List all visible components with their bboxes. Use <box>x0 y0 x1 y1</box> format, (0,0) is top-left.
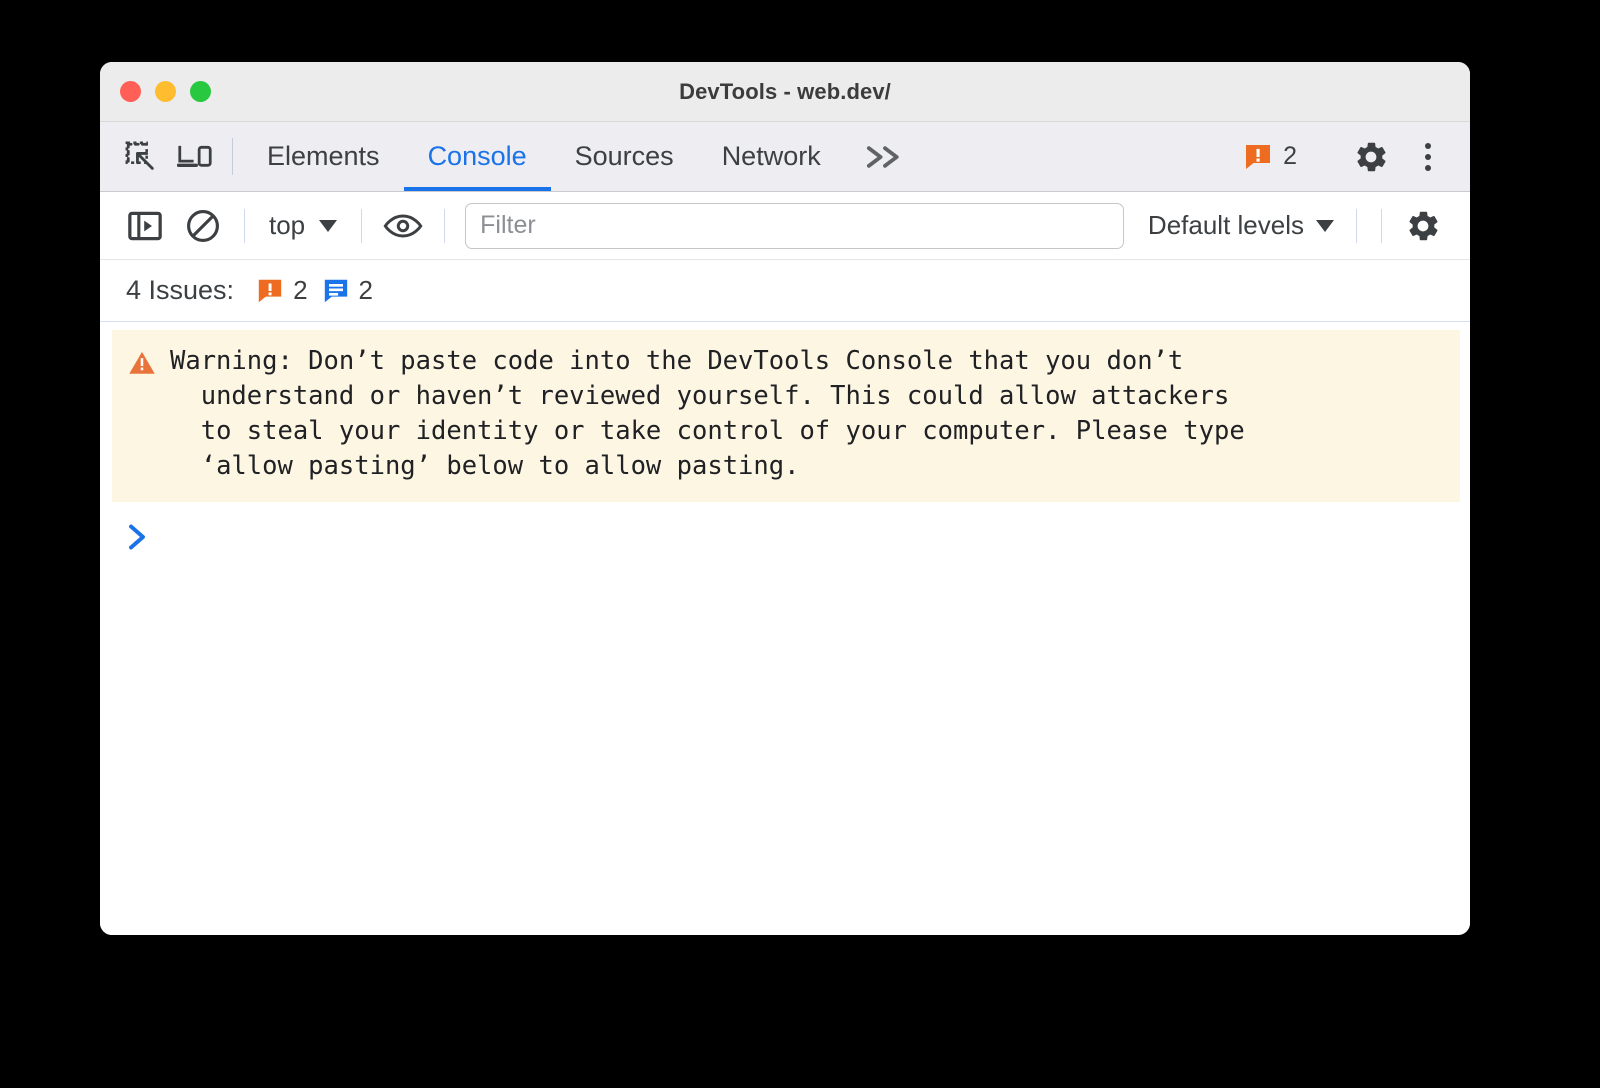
toolbar-divider-3 <box>444 208 446 243</box>
console-prompt-row[interactable] <box>100 502 1470 558</box>
tab-elements[interactable]: Elements <box>243 122 404 191</box>
issues-warning-group[interactable]: 2 <box>256 275 308 306</box>
paste-warning-text: Warning: Don’t paste code into the DevTo… <box>170 346 1245 481</box>
live-expression-eye-icon[interactable] <box>374 200 432 252</box>
console-sidebar-toggle-icon[interactable] <box>116 200 174 252</box>
device-toolbar-icon[interactable] <box>168 122 222 191</box>
issues-bar[interactable]: 4 Issues: 2 2 <box>100 260 1470 322</box>
warning-badge-icon <box>1246 144 1271 169</box>
window-title: DevTools - web.dev/ <box>679 78 891 104</box>
inspect-element-icon[interactable] <box>114 122 168 191</box>
console-body: Warning: Don’t paste code into the DevTo… <box>100 322 1470 935</box>
toolbar-divider-5 <box>1381 208 1382 243</box>
log-levels-label: Default levels <box>1147 210 1304 240</box>
clear-console-icon[interactable] <box>174 200 232 252</box>
paste-warning-message: Warning: Don’t paste code into the DevTo… <box>112 330 1460 502</box>
tabbar-warning-badge[interactable]: 2 <box>1229 142 1311 172</box>
minimize-window-button[interactable] <box>155 81 176 102</box>
traffic-lights <box>120 81 211 102</box>
close-window-button[interactable] <box>120 81 141 102</box>
issues-warning-count: 2 <box>293 275 308 305</box>
warning-triangle-icon <box>128 350 156 381</box>
tab-label: Elements <box>267 141 380 171</box>
toolbar-divider-2 <box>361 208 363 243</box>
tabbar-right-actions: 2 <box>1229 122 1470 191</box>
toolbar-divider <box>244 208 245 243</box>
info-badge-icon <box>324 279 347 302</box>
tab-sources[interactable]: Sources <box>551 122 698 191</box>
warning-badge-count: 2 <box>1283 142 1297 170</box>
chevron-down-icon <box>319 219 338 232</box>
warning-badge-icon <box>258 279 282 302</box>
chevron-down-icon <box>1316 219 1334 232</box>
console-prompt-chevron-icon <box>126 522 148 558</box>
execution-context-dropdown[interactable]: top <box>257 210 349 241</box>
issues-info-group[interactable]: 2 <box>322 275 373 306</box>
more-tabs-icon[interactable] <box>845 122 925 191</box>
console-settings-gear-icon[interactable] <box>1394 200 1452 252</box>
log-levels-dropdown[interactable]: Default levels <box>1138 210 1344 241</box>
issues-label: 4 Issues: <box>126 275 235 305</box>
devtools-window: DevTools - web.dev/ Elements Console Sou… <box>100 62 1470 935</box>
tab-label: Console <box>427 141 527 171</box>
kebab-menu-icon[interactable] <box>1404 133 1452 181</box>
maximize-window-button[interactable] <box>190 81 211 102</box>
console-toolbar: top Default levels <box>100 192 1470 260</box>
tab-label: Network <box>721 141 821 171</box>
filter-input[interactable] <box>465 202 1124 249</box>
tab-console[interactable]: Console <box>403 122 551 191</box>
tab-network[interactable]: Network <box>698 122 845 191</box>
execution-context-label: top <box>269 210 306 240</box>
panel-tabs: Elements Console Sources Network <box>243 122 845 191</box>
tabbar-divider <box>232 138 233 175</box>
tab-label: Sources <box>574 141 674 171</box>
issues-info-count: 2 <box>358 275 373 305</box>
window-titlebar: DevTools - web.dev/ <box>100 62 1470 122</box>
toolbar-divider-4 <box>1356 208 1357 243</box>
gear-icon[interactable] <box>1344 138 1398 176</box>
devtools-tabbar: Elements Console Sources Network 2 <box>100 122 1470 192</box>
